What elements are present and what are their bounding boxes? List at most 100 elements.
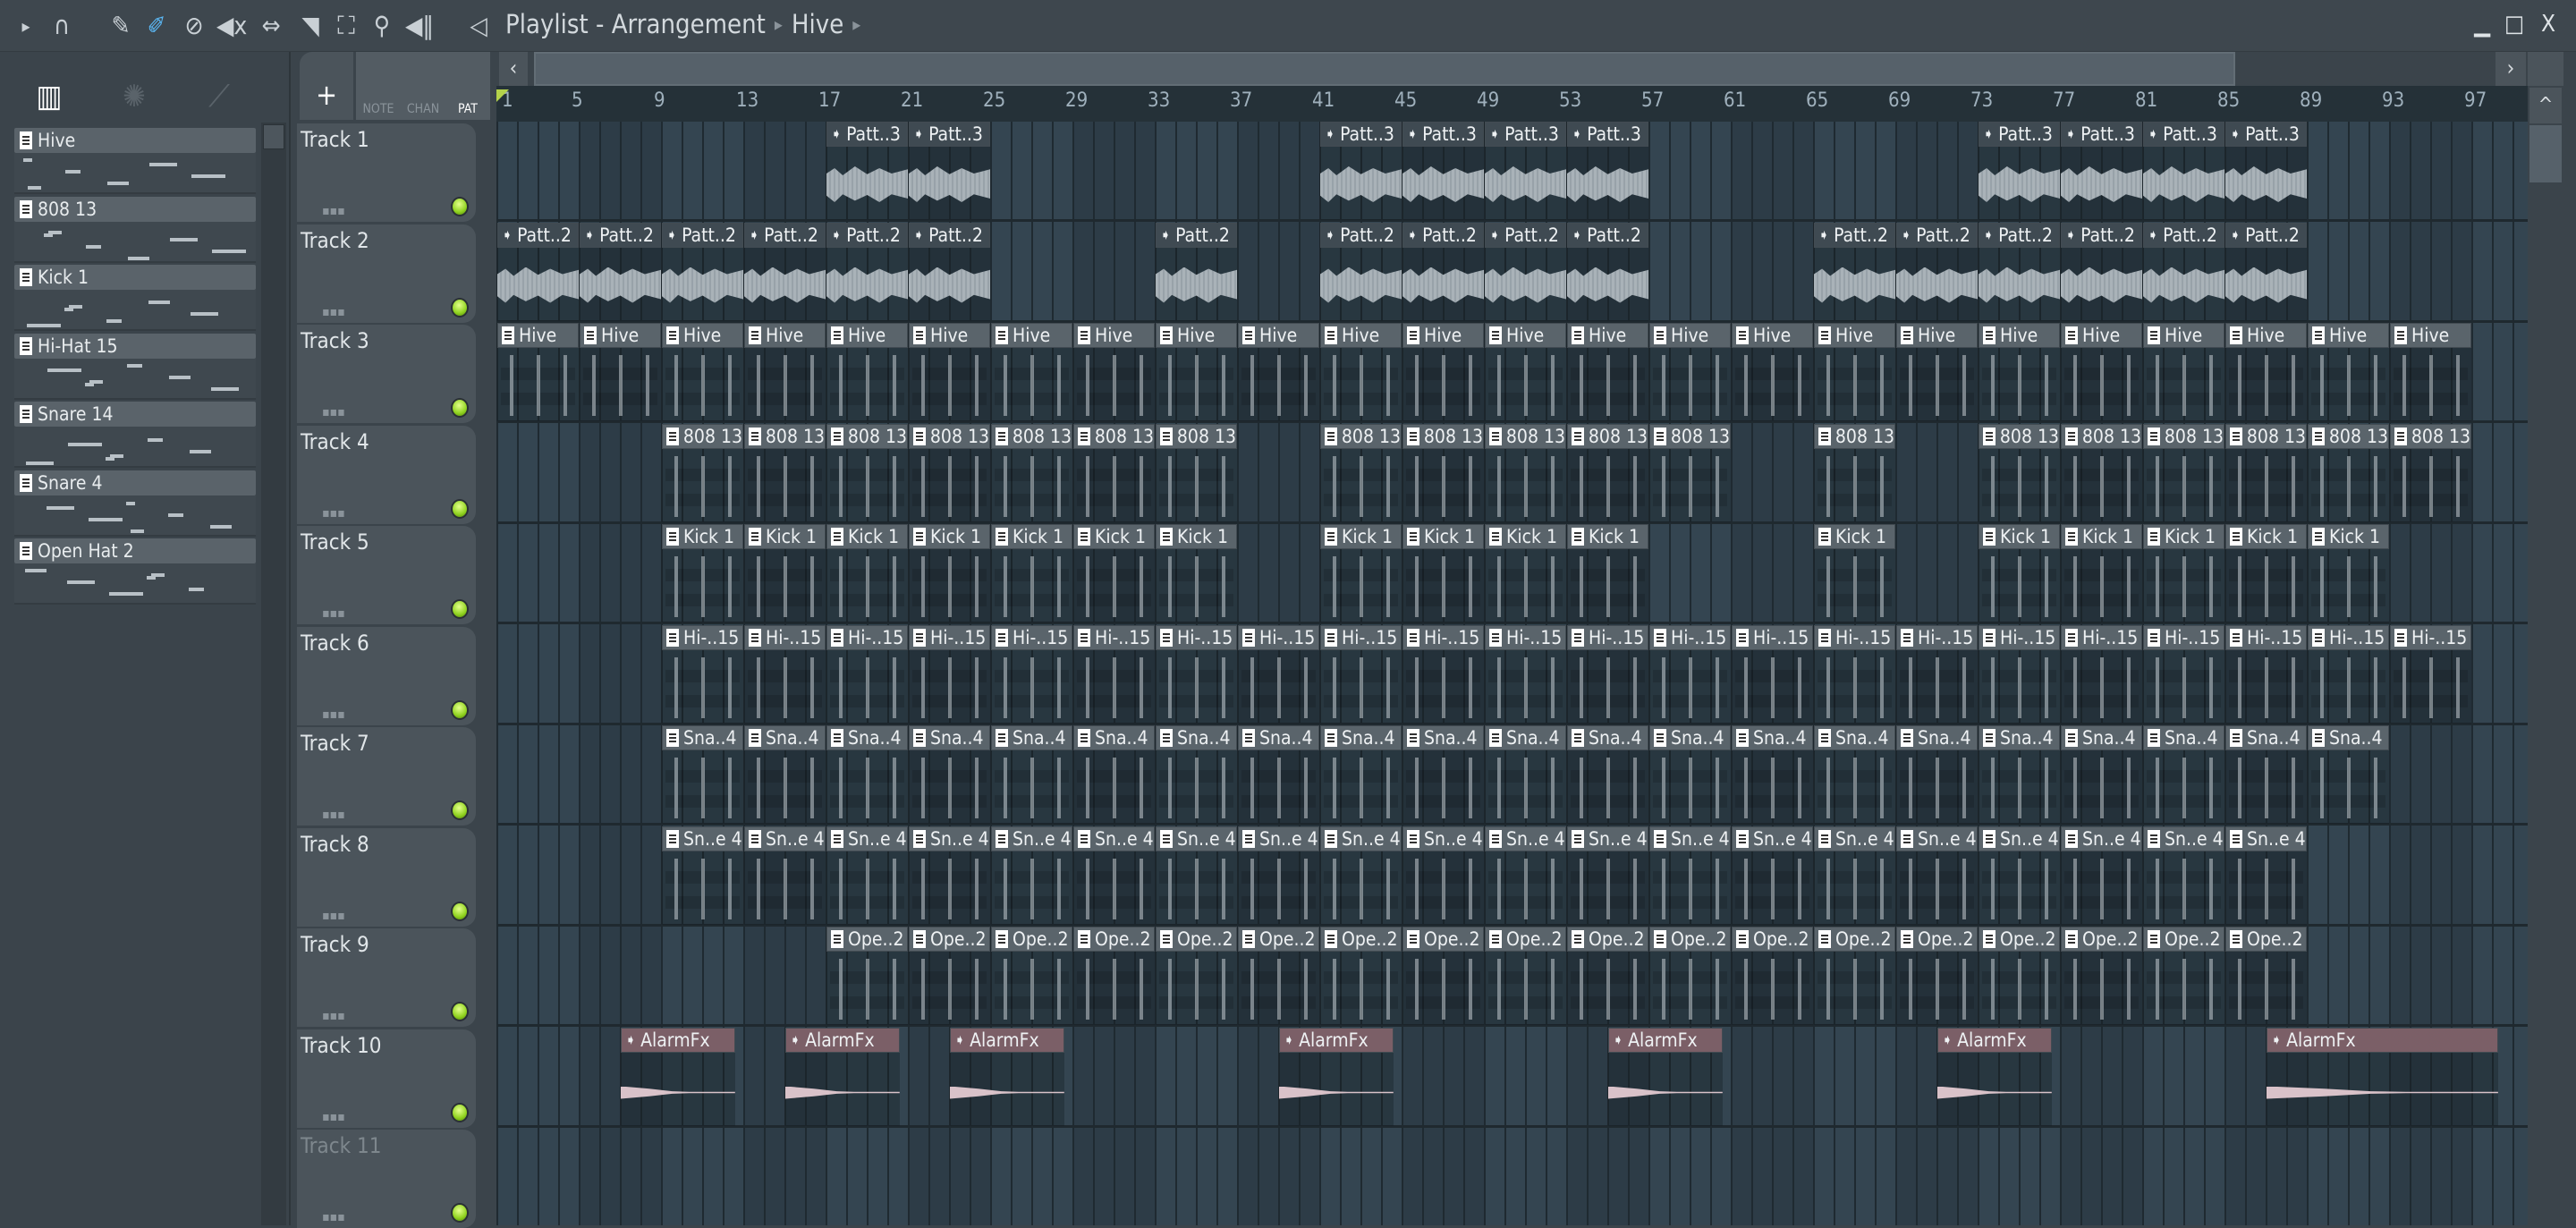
clip-header[interactable]: Ope..2	[2225, 927, 2307, 952]
clip-header[interactable]: Hi-..15	[1156, 624, 1237, 650]
clip[interactable]: Hi-..15	[1155, 624, 1237, 724]
track-mute-led[interactable]	[451, 1002, 469, 1021]
clip[interactable]: ➧ Patt..3	[1566, 122, 1648, 220]
clip[interactable]: Sna..4	[1648, 725, 1731, 824]
clip[interactable]: Kick 1	[1484, 524, 1566, 622]
clip[interactable]: ➧ Patt..2	[908, 222, 990, 321]
clip-header[interactable]: Sn..e 4	[2061, 826, 2142, 851]
clip-header[interactable]: ➧ AlarmFx	[621, 1027, 735, 1053]
clip[interactable]: ➧ Patt..2	[2142, 222, 2224, 321]
clip-header[interactable]: Sn..e 4	[1896, 826, 1978, 851]
clip[interactable]: Sna..4	[1566, 725, 1648, 824]
clip-header[interactable]: Sna..4	[1814, 725, 1895, 750]
clip[interactable]: ➧ Patt..2	[2060, 222, 2142, 321]
clip[interactable]: Hive	[1072, 323, 1155, 421]
clip[interactable]: Sna..4	[2224, 725, 2307, 824]
clip[interactable]: 808 13	[1484, 423, 1566, 522]
clip[interactable]: 808 13	[1813, 423, 1895, 522]
track-lane[interactable]: Hi-..15 Hi-..15 Hi-..15 Hi-..15 Hi-..15 Hi-..…	[496, 624, 2528, 725]
clip[interactable]: Hi-..15	[1402, 624, 1484, 724]
clip-header[interactable]: 808 13	[662, 423, 743, 449]
clip[interactable]: Hive	[826, 323, 908, 421]
clip[interactable]: Sna..4	[1237, 725, 1319, 824]
clip-header[interactable]: Ope..2	[1567, 927, 1648, 952]
clip-header[interactable]: Hi-..15	[2061, 624, 2142, 650]
playhead-marker[interactable]	[496, 89, 509, 102]
clip-header[interactable]: ➧ Patt..2	[1896, 222, 1978, 248]
clip[interactable]: Hive	[1978, 323, 2060, 421]
playback-icon[interactable]: ◀‖	[404, 11, 435, 41]
track-lane[interactable]: ➧ Patt..3 ➧ Patt..3 ➧ Patt..3 ➧ Patt..3 ➧ Patt..3…	[496, 122, 2528, 222]
clip-header[interactable]: ➧ Patt..2	[1567, 222, 1648, 248]
clip-header[interactable]: Hive	[2061, 323, 2142, 348]
track-header[interactable]: Track 2 ▪▪▪	[297, 224, 476, 323]
clip-header[interactable]: Hi-..15	[909, 624, 990, 650]
clip[interactable]: Hive	[1566, 323, 1648, 421]
clip-header[interactable]: Sn..e 4	[1156, 826, 1237, 851]
clip[interactable]: ➧ Patt..3	[1402, 122, 1484, 220]
clip[interactable]: 808 13	[661, 423, 743, 522]
clip[interactable]: 808 13	[1566, 423, 1648, 522]
clip-header[interactable]: Hi-..15	[1073, 624, 1155, 650]
clip-header[interactable]: Hi-..15	[2143, 624, 2224, 650]
clip-header[interactable]: Hi-..15	[1402, 624, 1484, 650]
clip-header[interactable]: ➧ AlarmFx	[1937, 1027, 2052, 1053]
track-menu-icon[interactable]: ▪▪▪	[322, 1110, 345, 1124]
clip[interactable]: ➧ Patt..2	[1155, 222, 1237, 321]
mode-chan[interactable]: CHAN	[401, 102, 445, 116]
clip-header[interactable]: ➧ Patt..3	[2225, 122, 2307, 147]
clip-header[interactable]: Kick 1	[1320, 524, 1402, 549]
track-lane[interactable]: ➧ Patt..2 ➧ Patt..2 ➧ Patt..2 ➧ Patt..2 ➧ Patt..2…	[496, 222, 2528, 323]
pattern-item[interactable]: Kick 1	[14, 265, 256, 333]
clip[interactable]: Hi-..15	[826, 624, 908, 724]
clip-header[interactable]: Hive	[1732, 323, 1813, 348]
clip-header[interactable]: 808 13	[1979, 423, 2060, 449]
clip-header[interactable]: Sn..e 4	[1402, 826, 1484, 851]
track-header[interactable]: Track 5 ▪▪▪	[297, 526, 476, 624]
clip-header[interactable]: Hi-..15	[1649, 624, 1731, 650]
clip[interactable]: ➧ Patt..2	[1813, 222, 1895, 321]
add-track-button[interactable]: +	[300, 52, 353, 120]
pattern-item[interactable]: 808 13	[14, 196, 256, 265]
clip-header[interactable]: 808 13	[909, 423, 990, 449]
timeline-ruler[interactable]: 1 5 9 13 17 21 25 29 33 37 41 45 49 53 57 61 65 69 73 77 81 8…	[496, 86, 2528, 122]
clip[interactable]: Kick 1	[2060, 524, 2142, 622]
clip-header[interactable]: Hive	[1567, 323, 1648, 348]
clip-header[interactable]: Sna..4	[1238, 725, 1319, 750]
clip[interactable]: ➧ Patt..2	[2224, 222, 2307, 321]
clip-header[interactable]: ➧ Patt..2	[744, 222, 826, 248]
mute-icon[interactable]: ◀x	[216, 11, 247, 41]
clip-header[interactable]: ➧ Patt..3	[2061, 122, 2142, 147]
clip-header[interactable]: Hi-..15	[991, 624, 1072, 650]
clip[interactable]: Hi-..15	[1813, 624, 1895, 724]
clip-header[interactable]: 808 13	[2143, 423, 2224, 449]
clip-header[interactable]: Hi-..15	[826, 624, 908, 650]
track-lane[interactable]: Sna..4 Sna..4 Sna..4 Sna..4 Sna..4 Sna..4 Sna.…	[496, 725, 2528, 826]
clip-header[interactable]: Hi-..15	[1814, 624, 1895, 650]
clip[interactable]: Hi-..15	[1072, 624, 1155, 724]
clip[interactable]: Kick 1	[2142, 524, 2224, 622]
clip[interactable]: Hive	[1731, 323, 1813, 421]
clip[interactable]: ➧ Patt..3	[826, 122, 908, 220]
clip[interactable]: Hive	[2060, 323, 2142, 421]
clip[interactable]: 808 13	[2224, 423, 2307, 522]
clip-header[interactable]: Ope..2	[1402, 927, 1484, 952]
clip-header[interactable]: Ope..2	[2061, 927, 2142, 952]
clip[interactable]: ➧ Patt..2	[1319, 222, 1402, 321]
clip-header[interactable]: Sna..4	[1402, 725, 1484, 750]
clip[interactable]: Ope..2	[1813, 927, 1895, 1025]
clip-header[interactable]: Hi-..15	[1896, 624, 1978, 650]
pattern-item[interactable]: Snare 14	[14, 402, 256, 470]
pattern-header[interactable]: Snare 4	[14, 470, 256, 495]
clip-header[interactable]: 808 13	[2390, 423, 2471, 449]
clip[interactable]: Kick 1	[1566, 524, 1648, 622]
clip-header[interactable]: ➧ Patt..2	[2143, 222, 2224, 248]
pattern-header[interactable]: Snare 14	[14, 402, 256, 427]
clip[interactable]: Ope..2	[2060, 927, 2142, 1025]
slip-icon[interactable]: ⇔	[256, 11, 286, 41]
clip-header[interactable]: 808 13	[2061, 423, 2142, 449]
clip-header[interactable]: Hi-..15	[1732, 624, 1813, 650]
clip-header[interactable]: Ope..2	[1156, 927, 1237, 952]
clip[interactable]: Kick 1	[2224, 524, 2307, 622]
track-header[interactable]: Track 3 ▪▪▪	[297, 325, 476, 423]
